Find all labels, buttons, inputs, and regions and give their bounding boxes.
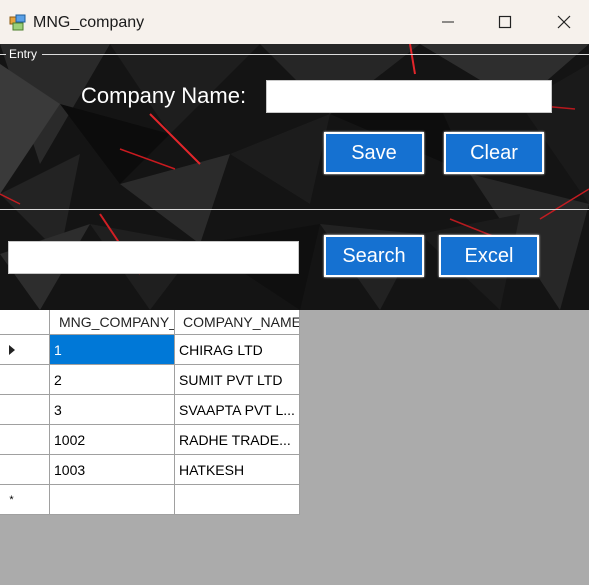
- row-header[interactable]: [0, 425, 50, 455]
- close-icon: [557, 15, 571, 29]
- cell-company-name[interactable]: CHIRAG LTD: [175, 335, 300, 365]
- app-icon: [9, 14, 26, 31]
- row-header[interactable]: [0, 395, 50, 425]
- current-row-arrow-icon: [8, 344, 15, 355]
- cell-id[interactable]: 1: [50, 335, 175, 365]
- entry-group-border-left: [0, 54, 6, 55]
- row-header[interactable]: [0, 365, 50, 395]
- search-input[interactable]: [8, 241, 299, 274]
- window: MNG_company Entry Company Name: Save Cle…: [0, 0, 589, 585]
- search-button[interactable]: Search: [324, 235, 424, 277]
- column-header-company-name[interactable]: COMPANY_NAME: [175, 310, 300, 335]
- maximize-button[interactable]: [482, 0, 528, 44]
- cell-id[interactable]: 2: [50, 365, 175, 395]
- excel-button[interactable]: Excel: [439, 235, 539, 277]
- close-button[interactable]: [541, 0, 587, 44]
- minimize-button[interactable]: [425, 0, 471, 44]
- cell-company-name[interactable]: SUMIT PVT LTD: [175, 365, 300, 395]
- cell-company-name[interactable]: SVAAPTA PVT L...: [175, 395, 300, 425]
- entry-group-border-top: [42, 54, 589, 55]
- new-row-header[interactable]: *: [0, 485, 50, 515]
- row-header-current[interactable]: [0, 335, 50, 365]
- minimize-icon: [442, 21, 454, 23]
- company-name-input[interactable]: [266, 80, 552, 113]
- row-header[interactable]: [0, 455, 50, 485]
- company-data-grid[interactable]: MNG_COMPANY_ COMPANY_NAME 1 CHIRAG LTD 2…: [0, 310, 300, 515]
- save-button[interactable]: Save: [324, 132, 424, 174]
- new-row-marker: *: [9, 493, 14, 506]
- cell-id[interactable]: 1003: [50, 455, 175, 485]
- cell-company-name[interactable]: RADHE TRADE...: [175, 425, 300, 455]
- grid-corner-header[interactable]: [0, 310, 50, 335]
- cell-company-name[interactable]: HATKESH: [175, 455, 300, 485]
- clear-button[interactable]: Clear: [444, 132, 544, 174]
- entry-group-legend: Entry: [9, 47, 38, 61]
- maximize-icon: [498, 15, 512, 29]
- window-title: MNG_company: [33, 14, 145, 31]
- new-row-cell-id[interactable]: [50, 485, 175, 515]
- new-row-cell-company-name[interactable]: [175, 485, 300, 515]
- column-header-mng-company[interactable]: MNG_COMPANY_: [50, 310, 175, 335]
- company-name-label: Company Name:: [81, 83, 247, 108]
- cell-id[interactable]: 3: [50, 395, 175, 425]
- cell-id[interactable]: 1002: [50, 425, 175, 455]
- title-bar[interactable]: MNG_company: [0, 0, 589, 44]
- entry-group-border-bottom: [0, 209, 589, 210]
